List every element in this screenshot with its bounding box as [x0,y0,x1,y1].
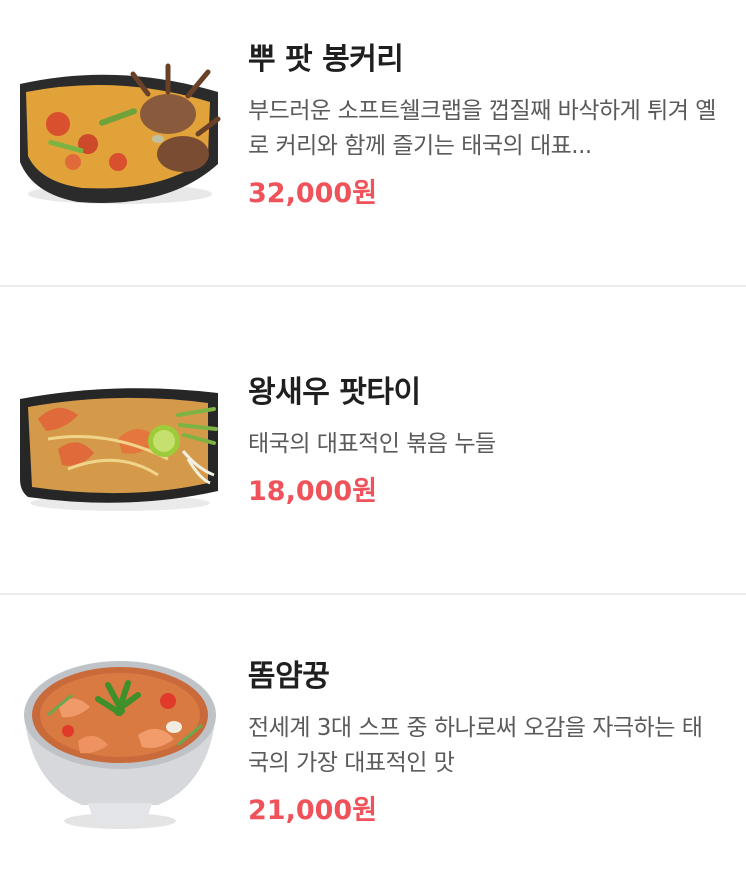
crab-curry-dish-image [18,44,222,214]
menu-item-price: 21,000원 [248,795,378,826]
menu-item[interactable]: 왕새우 팟타이 태국의 대표적인 볶음 누들 18,000원 [0,287,746,594]
prawn-pad-thai-dish-image [18,379,222,519]
menu-item-price: 32,000원 [248,178,378,209]
menu-item-price: 18,000원 [248,476,378,507]
menu-list: 뿌 팟 봉커리 부드러운 소프트쉘크랩을 껍질째 바삭하게 튀겨 옐로 커리와 … [0,0,746,894]
menu-item-description: 부드러운 소프트쉘크랩을 껍질째 바삭하게 튀겨 옐로 커리와 함께 즐기는 태… [248,98,716,159]
menu-item-description: 전세계 3대 스프 중 하나로써 오감을 자극하는 태국의 가장 대표적인 맛 [248,715,703,776]
menu-item[interactable]: 똠얌꿍 전세계 3대 스프 중 하나로써 오감을 자극하는 태국의 가장 대표적… [0,595,746,894]
menu-item-info: 왕새우 팟타이 태국의 대표적인 볶음 누들 18,000원 [248,373,716,510]
menu-item-name: 뿌 팟 봉커리 [248,42,404,77]
menu-item-name: 왕새우 팟타이 [248,375,421,410]
menu-item-description: 태국의 대표적인 볶음 누들 [248,431,496,457]
menu-item[interactable]: 뿌 팟 봉커리 부드러운 소프트쉘크랩을 껍질째 바삭하게 튀겨 옐로 커리와 … [0,0,746,286]
menu-item-name: 똠얌꿍 [248,659,330,694]
tom-yum-soup-bowl-image [18,655,222,835]
menu-item-info: 뿌 팟 봉커리 부드러운 소프트쉘크랩을 껍질째 바삭하게 튀겨 옐로 커리와 … [248,40,716,212]
menu-item-info: 똠얌꿍 전세계 3대 스프 중 하나로써 오감을 자극하는 태국의 가장 대표적… [248,657,716,829]
